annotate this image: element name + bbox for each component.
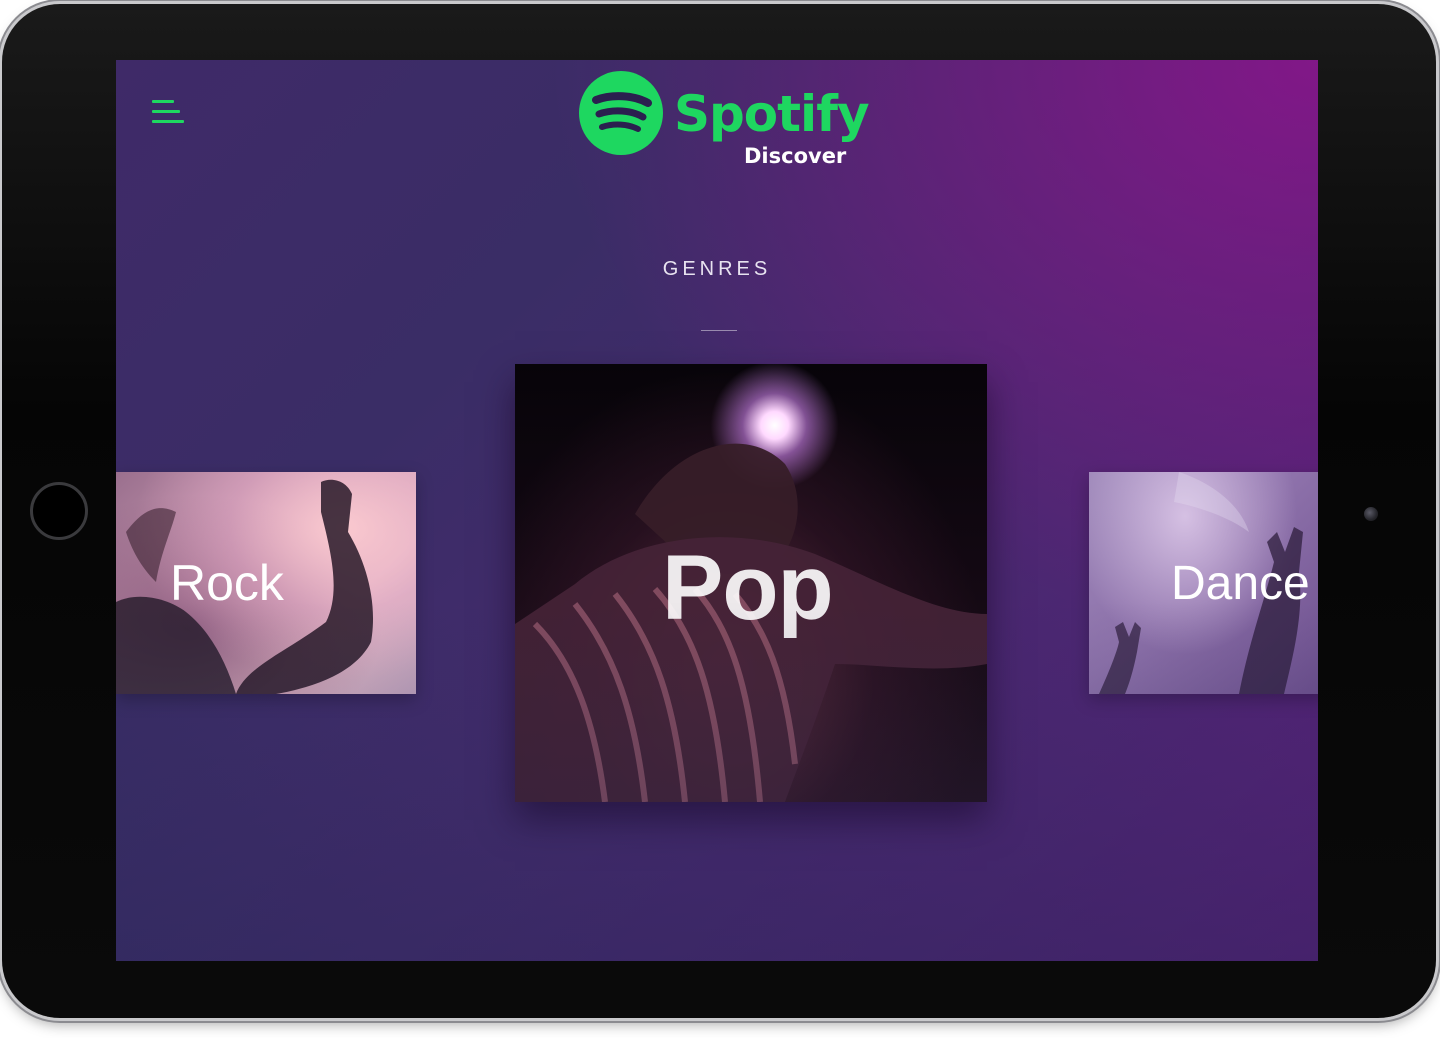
section-title: GENRES	[662, 258, 772, 280]
spotify-logo-icon	[579, 71, 663, 155]
genre-card-rock[interactable]: Rock	[116, 472, 416, 694]
menu-line	[152, 100, 174, 103]
hamburger-menu-icon[interactable]	[152, 100, 186, 126]
app-screen: Spotify Discover GENRES Rock Pop Dance	[116, 60, 1318, 961]
section-divider	[701, 330, 737, 331]
menu-line	[152, 110, 180, 113]
brand-subtitle: Discover	[744, 144, 847, 168]
app-logo[interactable]: Spotify Discover	[578, 70, 870, 180]
brand-name: Spotify	[674, 85, 870, 143]
genre-label: Dance	[1171, 557, 1310, 610]
genre-label: Pop	[662, 537, 834, 639]
menu-line	[152, 120, 184, 123]
front-camera-icon	[1364, 507, 1378, 521]
home-button-icon[interactable]	[30, 482, 88, 540]
genre-card-pop[interactable]: Pop	[515, 364, 987, 802]
genre-label: Rock	[170, 555, 284, 611]
genre-card-dance[interactable]: Dance	[1089, 472, 1318, 694]
